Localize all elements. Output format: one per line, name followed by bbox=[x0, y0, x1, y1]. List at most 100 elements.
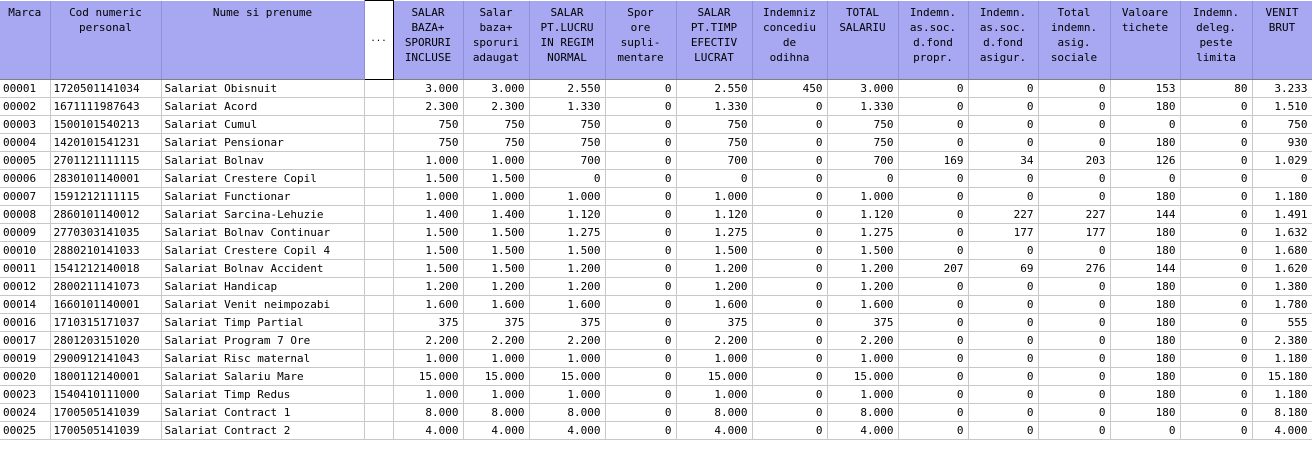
table-row[interactable]: 00006 2830101140001 Salariat Crestere Copi… bbox=[0, 169, 1312, 188]
cell-salar-timp-efectiv[interactable]: 8.000 bbox=[676, 403, 753, 422]
cell-venit-brut[interactable]: 1.680 bbox=[1252, 241, 1312, 260]
cell-salar-timp-efectiv[interactable]: 4.000 bbox=[676, 421, 753, 440]
cell-indemn-fond-propr[interactable]: 0 bbox=[898, 349, 969, 368]
cell-nume[interactable]: Salariat Venit neimpozabi bbox=[161, 295, 365, 314]
cell-cod-numeric[interactable]: 2860101140012 bbox=[50, 205, 162, 224]
cell-venit-brut[interactable]: 15.180 bbox=[1252, 367, 1312, 386]
cell-spor-ore[interactable]: 0 bbox=[605, 97, 677, 116]
cell-cod-numeric[interactable]: 1500101540213 bbox=[50, 115, 162, 134]
cell-total-salariu[interactable]: 750 bbox=[827, 115, 899, 134]
cell-indemn-fond-propr[interactable]: 0 bbox=[898, 97, 969, 116]
cell-total-indemn[interactable]: 0 bbox=[1038, 349, 1111, 368]
cell-total-salariu[interactable]: 15.000 bbox=[827, 367, 899, 386]
cell-indemn-deleg[interactable]: 0 bbox=[1180, 169, 1253, 188]
table-row[interactable]: 00017 2801203151020 Salariat Program 7 Ore… bbox=[0, 331, 1312, 350]
cell-salar-baza[interactable]: 4.000 bbox=[393, 421, 464, 440]
cell-salar-baza-sporuri[interactable]: 3.000 bbox=[463, 79, 530, 98]
cell-indemn-fond-propr[interactable]: 0 bbox=[898, 421, 969, 440]
cell-venit-brut[interactable]: 555 bbox=[1252, 313, 1312, 332]
cell-blank[interactable] bbox=[364, 421, 394, 440]
cell-marca[interactable]: 00005 bbox=[0, 151, 51, 170]
cell-cod-numeric[interactable]: 2880210141033 bbox=[50, 241, 162, 260]
cell-cod-numeric[interactable]: 1710315171037 bbox=[50, 313, 162, 332]
cell-nume[interactable]: Salariat Pensionar bbox=[161, 133, 365, 152]
cell-salar-baza[interactable]: 3.000 bbox=[393, 79, 464, 98]
cell-spor-ore[interactable]: 0 bbox=[605, 313, 677, 332]
cell-total-indemn[interactable]: 203 bbox=[1038, 151, 1111, 170]
cell-salar-baza[interactable]: 1.500 bbox=[393, 223, 464, 242]
table-row[interactable]: 00024 1700505141039 Salariat Contract 1 8.0… bbox=[0, 403, 1312, 422]
table-row[interactable]: 00016 1710315171037 Salariat Timp Partial 3… bbox=[0, 313, 1312, 332]
cell-indemn-fond-propr[interactable]: 169 bbox=[898, 151, 969, 170]
col-header-venit-brut[interactable]: VENIT BRUT bbox=[1252, 0, 1312, 80]
cell-spor-ore[interactable]: 0 bbox=[605, 223, 677, 242]
cell-indemn-fond-propr[interactable]: 0 bbox=[898, 385, 969, 404]
cell-indemniz-concediu[interactable]: 0 bbox=[752, 169, 828, 188]
cell-total-indemn[interactable]: 0 bbox=[1038, 79, 1111, 98]
table-row[interactable]: 00005 2701121111115 Salariat Bolnav 1.000 1.… bbox=[0, 151, 1312, 170]
cell-salar-baza[interactable]: 2.300 bbox=[393, 97, 464, 116]
cell-indemniz-concediu[interactable]: 0 bbox=[752, 115, 828, 134]
cell-indemniz-concediu[interactable]: 0 bbox=[752, 367, 828, 386]
cell-blank[interactable] bbox=[364, 187, 394, 206]
table-row[interactable]: 00012 2800211141073 Salariat Handicap 1.200… bbox=[0, 277, 1312, 296]
cell-spor-ore[interactable]: 0 bbox=[605, 169, 677, 188]
cell-spor-ore[interactable]: 0 bbox=[605, 367, 677, 386]
cell-cod-numeric[interactable]: 1420101541231 bbox=[50, 133, 162, 152]
cell-indemn-fond-propr[interactable]: 0 bbox=[898, 241, 969, 260]
cell-indemniz-concediu[interactable]: 0 bbox=[752, 313, 828, 332]
col-header-indemniz-concediu[interactable]: Indemniz concediu de odihna bbox=[752, 0, 828, 80]
cell-nume[interactable]: Salariat Salariu Mare bbox=[161, 367, 365, 386]
cell-salar-regim-normal[interactable]: 2.200 bbox=[529, 331, 606, 350]
cell-valoare-tichete[interactable]: 180 bbox=[1110, 313, 1181, 332]
cell-total-salariu[interactable]: 1.120 bbox=[827, 205, 899, 224]
cell-cod-numeric[interactable]: 1800112140001 bbox=[50, 367, 162, 386]
cell-indemn-fond-asigur[interactable]: 34 bbox=[968, 151, 1039, 170]
cell-nume[interactable]: Salariat Timp Partial bbox=[161, 313, 365, 332]
cell-marca[interactable]: 00014 bbox=[0, 295, 51, 314]
cell-salar-baza[interactable]: 1.000 bbox=[393, 151, 464, 170]
cell-nume[interactable]: Salariat Sarcina-Lehuzie bbox=[161, 205, 365, 224]
cell-valoare-tichete[interactable]: 180 bbox=[1110, 403, 1181, 422]
cell-total-indemn[interactable]: 177 bbox=[1038, 223, 1111, 242]
table-row[interactable]: 00011 1541212140018 Salariat Bolnav Accide… bbox=[0, 259, 1312, 278]
cell-indemn-fond-propr[interactable]: 0 bbox=[898, 205, 969, 224]
cell-salar-regim-normal[interactable]: 1.200 bbox=[529, 277, 606, 296]
cell-indemn-fond-asigur[interactable]: 0 bbox=[968, 331, 1039, 350]
cell-blank[interactable] bbox=[364, 385, 394, 404]
cell-indemn-deleg[interactable]: 0 bbox=[1180, 241, 1253, 260]
cell-venit-brut[interactable]: 1.180 bbox=[1252, 349, 1312, 368]
col-header-total-salariu[interactable]: TOTAL SALARIU bbox=[827, 0, 899, 80]
cell-total-indemn[interactable]: 0 bbox=[1038, 115, 1111, 134]
cell-indemn-fond-asigur[interactable]: 0 bbox=[968, 241, 1039, 260]
cell-salar-timp-efectiv[interactable]: 1.000 bbox=[676, 349, 753, 368]
col-header-indemn-fond-asigur[interactable]: Indemn. as.soc. d.fond asigur. bbox=[968, 0, 1039, 80]
cell-indemn-deleg[interactable]: 0 bbox=[1180, 115, 1253, 134]
cell-blank[interactable] bbox=[364, 115, 394, 134]
cell-indemn-fond-propr[interactable]: 0 bbox=[898, 367, 969, 386]
cell-valoare-tichete[interactable]: 0 bbox=[1110, 115, 1181, 134]
cell-indemn-deleg[interactable]: 0 bbox=[1180, 187, 1253, 206]
cell-indemn-deleg[interactable]: 80 bbox=[1180, 79, 1253, 98]
cell-nume[interactable]: Salariat Bolnav bbox=[161, 151, 365, 170]
cell-nume[interactable]: Salariat Functionar bbox=[161, 187, 365, 206]
cell-cod-numeric[interactable]: 1540410111000 bbox=[50, 385, 162, 404]
cell-indemniz-concediu[interactable]: 0 bbox=[752, 403, 828, 422]
cell-nume[interactable]: Salariat Cumul bbox=[161, 115, 365, 134]
cell-marca[interactable]: 00002 bbox=[0, 97, 51, 116]
cell-spor-ore[interactable]: 0 bbox=[605, 403, 677, 422]
cell-indemn-deleg[interactable]: 0 bbox=[1180, 205, 1253, 224]
cell-total-salariu[interactable]: 4.000 bbox=[827, 421, 899, 440]
cell-salar-regim-normal[interactable]: 1.000 bbox=[529, 187, 606, 206]
cell-valoare-tichete[interactable]: 126 bbox=[1110, 151, 1181, 170]
cell-venit-brut[interactable]: 1.620 bbox=[1252, 259, 1312, 278]
cell-salar-baza-sporuri[interactable]: 8.000 bbox=[463, 403, 530, 422]
cell-nume[interactable]: Salariat Bolnav Accident bbox=[161, 259, 365, 278]
cell-salar-baza-sporuri[interactable]: 1.000 bbox=[463, 385, 530, 404]
cell-total-indemn[interactable]: 0 bbox=[1038, 241, 1111, 260]
col-header-cod-numeric[interactable]: Cod numeric personal bbox=[50, 0, 162, 80]
cell-marca[interactable]: 00008 bbox=[0, 205, 51, 224]
cell-salar-baza-sporuri[interactable]: 1.000 bbox=[463, 187, 530, 206]
cell-total-salariu[interactable]: 0 bbox=[827, 169, 899, 188]
cell-total-indemn[interactable]: 0 bbox=[1038, 169, 1111, 188]
